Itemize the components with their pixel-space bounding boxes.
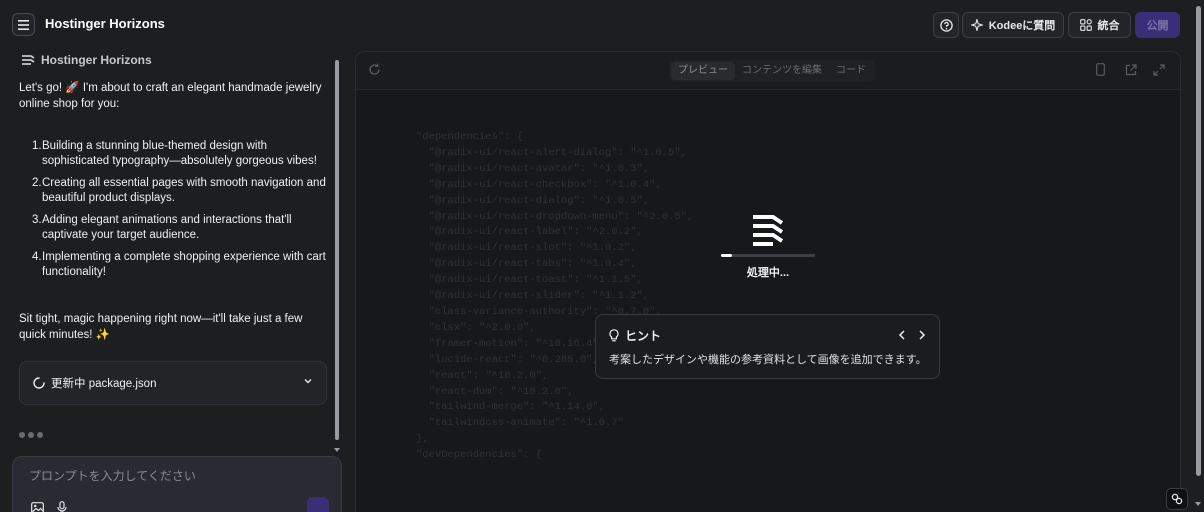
code-line: "devDependencies": { (416, 449, 543, 462)
chat-panel: Hostinger Horizons Let's go! 🚀 I'm about… (0, 48, 346, 512)
code-line: "@radix-ui/react-avatar": "^1.0.3", (416, 162, 650, 175)
progress-bar (721, 254, 815, 257)
expand-icon (1153, 64, 1165, 76)
mobile-icon (1096, 63, 1105, 76)
hint-title: ヒント (625, 329, 662, 343)
ask-kodee-label: Kodeeに質問 (988, 20, 1056, 32)
hint-header: ヒント (609, 327, 661, 344)
code-line: "tailwind-merge": "^1.14.0", (416, 401, 606, 414)
microphone-icon (57, 501, 67, 512)
plan-list: 1. Building a stunning blue-themed design… (32, 139, 332, 287)
prompt-input[interactable] (29, 469, 319, 483)
code-line: "tailwindcss-animate": "^1.0.7" (416, 417, 624, 430)
chevron-left-icon (898, 330, 905, 340)
lightbulb-icon (609, 329, 619, 342)
page-scrollbar-thumb[interactable] (1196, 6, 1201, 476)
refresh-icon (369, 63, 380, 75)
send-button[interactable] (307, 497, 329, 512)
external-link-icon (1125, 64, 1137, 76)
list-item: 3. Adding elegant animations and interact… (32, 213, 332, 242)
list-text: Implementing a complete shopping experie… (42, 251, 326, 278)
assistant-message-outro: Sit tight, magic happening right now—it'… (19, 313, 303, 341)
spinner-icon (33, 377, 45, 389)
preview-panel: プレビュー コンテンツを編集 コード "dependencies": { "@r… (355, 51, 1181, 512)
code-line: "react-dom": "^18.2.0", (416, 385, 574, 398)
integration-label: 統合 (1097, 20, 1120, 32)
question-icon (939, 18, 953, 32)
chat-scrollbar-thumb[interactable] (335, 60, 339, 440)
progress-bar-fill (721, 254, 733, 257)
ask-kodee-button[interactable]: Kodeeに質問 (962, 12, 1064, 38)
fullscreen-button[interactable] (1153, 63, 1165, 81)
update-status-text: 更新中 package.json (51, 378, 157, 390)
assistant-name: Hostinger Horizons (41, 53, 152, 67)
code-line: }, (416, 433, 429, 446)
prompt-box (12, 456, 342, 512)
hostinger-logo-icon (753, 215, 784, 246)
app-title: Hostinger Horizons (45, 16, 165, 31)
list-number: 2. (32, 177, 42, 189)
help-button[interactable] (933, 12, 959, 38)
code-line: "dependencies": { (416, 131, 524, 143)
tab-preview[interactable]: プレビュー (671, 62, 735, 80)
code-line: "@radix-ui/react-dialog": "^1.0.5", (416, 194, 650, 207)
grid-icon (1079, 19, 1092, 31)
list-number: 4. (32, 251, 42, 263)
code-line: "@radix-ui/react-slider": "^1.1.2", (416, 290, 650, 303)
page-scrollbar[interactable] (1193, 0, 1204, 512)
list-number: 1. (32, 140, 42, 152)
tab-edit-content[interactable]: コンテンツを編集 (735, 62, 829, 80)
update-status-card[interactable]: 更新中 package.json (19, 361, 327, 405)
scroll-down-arrow-icon[interactable] (1195, 502, 1201, 506)
code-line: "@radix-ui/react-checkbox": "^1.0.4", (416, 178, 662, 191)
code-line: "@radix-ui/react-tabs": "^1.0.4", (416, 258, 637, 271)
background-code: "dependencies": { "@radix-ui/react-alert… (416, 130, 693, 464)
chevron-down-icon (304, 379, 312, 384)
mobile-view-button[interactable] (1096, 63, 1105, 81)
code-line: "@radix-ui/react-toast": "^1.1.5", (416, 274, 643, 287)
hostinger-logo-icon (22, 55, 35, 65)
scroll-down-arrow-icon[interactable] (334, 448, 340, 452)
open-external-button[interactable] (1125, 63, 1137, 81)
hint-card: ヒント 考案したデザインや機能の参考資料として画像を追加できます。 (595, 314, 940, 379)
code-line: "@radix-ui/react-slot": "^1.0.2", (416, 242, 637, 255)
list-item: 4. Implementing a complete shopping exper… (32, 250, 332, 279)
typing-indicator (19, 432, 43, 438)
code-line: "@radix-ui/react-label": "^2.0.2", (416, 226, 643, 239)
chevron-right-icon (919, 330, 926, 340)
hint-next-button[interactable] (914, 327, 930, 343)
chat-scrollbar[interactable] (333, 52, 342, 460)
refresh-button[interactable] (368, 63, 381, 81)
assistant-message-intro: Let's go! 🚀 I'm about to craft an elegan… (19, 82, 322, 110)
hint-prev-button[interactable] (894, 327, 910, 343)
link-icon (1171, 493, 1183, 505)
assistant-brand: Hostinger Horizons (21, 53, 152, 67)
preview-toolbar: プレビュー コンテンツを編集 コード (356, 52, 1180, 90)
sparkle-icon (970, 19, 983, 31)
image-icon (31, 502, 44, 512)
publish-button[interactable]: 公開 (1135, 12, 1180, 38)
list-number: 3. (32, 214, 42, 226)
attach-image-button[interactable] (31, 501, 44, 512)
menu-button[interactable] (12, 13, 35, 36)
view-tabs: プレビュー コンテンツを編集 コード (669, 60, 875, 82)
hint-body: 考案したデザインや機能の参考資料として画像を追加できます。 (609, 354, 927, 366)
code-line: "@radix-ui/react-dropdown-menu": "^2.0.5… (416, 210, 694, 223)
top-bar: Hostinger Horizons Kodeeに質問 統合 公開 (0, 0, 1204, 48)
list-item: 2. Creating all essential pages with smoo… (32, 176, 332, 205)
loading-label: 処理中... (746, 267, 790, 279)
list-text: Creating all essential pages with smooth… (42, 177, 326, 204)
integration-button[interactable]: 統合 (1068, 12, 1131, 38)
code-line: "@radix-ui/react-alert-dialog": "^1.0.5"… (416, 146, 687, 159)
hamburger-icon (18, 19, 29, 30)
tab-code[interactable]: コード (829, 62, 873, 80)
list-text: Adding elegant animations and interactio… (42, 214, 292, 241)
loading-indicator: 処理中... (718, 212, 818, 280)
extension-button[interactable] (1166, 488, 1188, 510)
list-text: Building a stunning blue-themed design w… (42, 140, 317, 167)
voice-input-button[interactable] (57, 501, 67, 512)
list-item: 1. Building a stunning blue-themed design… (32, 139, 332, 168)
